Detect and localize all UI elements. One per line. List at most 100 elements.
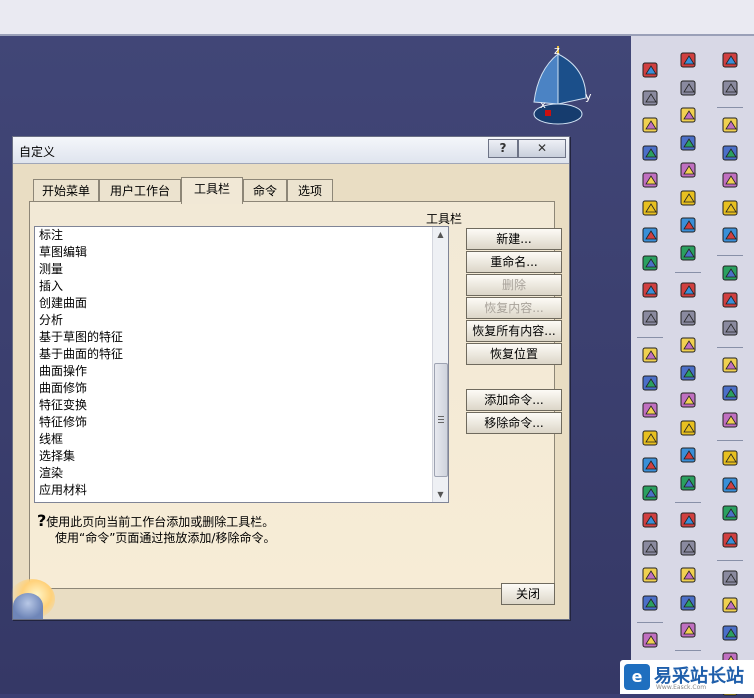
toolbar-tool-icon[interactable] <box>679 510 699 530</box>
toolbar-tool-icon[interactable] <box>721 318 741 338</box>
toolbar-tool-icon[interactable] <box>641 593 661 613</box>
toolbar-tool-icon[interactable] <box>721 290 741 310</box>
list-item[interactable]: 基于曲面的特征 <box>35 346 448 363</box>
toolbar-tool-icon[interactable] <box>641 60 661 80</box>
toolbar-tool-icon[interactable] <box>641 225 661 245</box>
toolbar-tool-icon[interactable] <box>641 538 661 558</box>
toolbar-tool-icon[interactable] <box>679 335 699 355</box>
toolbar-tool-icon[interactable] <box>679 390 699 410</box>
toolbar-tool-icon[interactable] <box>641 510 661 530</box>
restore-all-button[interactable]: 恢复所有内容... <box>466 320 562 342</box>
tab-user-workbench[interactable]: 用户工作台 <box>99 179 181 202</box>
toolbar-tool-icon[interactable] <box>721 198 741 218</box>
toolbar-tool-icon[interactable] <box>721 170 741 190</box>
toolbar-tool-icon[interactable] <box>641 345 661 365</box>
remove-command-button[interactable]: 移除命令... <box>466 412 562 434</box>
list-item[interactable]: 特征修饰 <box>35 414 448 431</box>
toolbar-tool-icon[interactable] <box>721 448 741 468</box>
list-item[interactable]: 分析 <box>35 312 448 329</box>
toolbar-tool-icon[interactable] <box>721 225 741 245</box>
toolbar-tool-icon[interactable] <box>721 50 741 70</box>
toolbar-tool-icon[interactable] <box>679 418 699 438</box>
toolbar-tool-icon[interactable] <box>641 308 661 328</box>
toolbar-tool-icon[interactable] <box>721 595 741 615</box>
toolbar-tool-icon[interactable] <box>641 400 661 420</box>
close-x-button[interactable]: ✕ <box>518 139 566 158</box>
toolbar-tool-icon[interactable] <box>721 530 741 550</box>
toolbar-tool-icon[interactable] <box>679 160 699 180</box>
toolbar-tool-icon[interactable] <box>721 410 741 430</box>
toolbar-tool-icon[interactable] <box>641 115 661 135</box>
list-item[interactable]: 标注 <box>35 227 448 244</box>
toolbar-tool-icon[interactable] <box>721 623 741 643</box>
toolbar-tool-icon[interactable] <box>721 475 741 495</box>
toolbar-tool-icon[interactable] <box>679 78 699 98</box>
toolbar-tool-icon[interactable] <box>641 88 661 108</box>
tab-toolbars[interactable]: 工具栏 <box>181 177 243 204</box>
toolbar-tool-icon[interactable] <box>721 263 741 283</box>
tab-start-menu[interactable]: 开始菜单 <box>33 179 99 202</box>
toolbar-tool-icon[interactable] <box>641 455 661 475</box>
toolbar-tool-icon[interactable] <box>721 383 741 403</box>
rename-button[interactable]: 重命名... <box>466 251 562 273</box>
dialog-titlebar[interactable]: 自定义 ? ✕ <box>13 137 569 164</box>
toolbar-tool-icon[interactable] <box>679 215 699 235</box>
tab-options[interactable]: 选项 <box>287 179 333 202</box>
help-button[interactable]: ? <box>488 139 518 158</box>
scroll-down-icon[interactable]: ▼ <box>433 487 448 502</box>
toolbar-tool-icon[interactable] <box>641 143 661 163</box>
list-item[interactable]: 选择集 <box>35 448 448 465</box>
toolbar-tool-icon[interactable] <box>641 630 661 650</box>
add-command-button[interactable]: 添加命令... <box>466 389 562 411</box>
list-item[interactable]: 基于草图的特征 <box>35 329 448 346</box>
toolbar-tool-icon[interactable] <box>641 373 661 393</box>
toolbar-tool-icon[interactable] <box>679 473 699 493</box>
toolbar-tool-icon[interactable] <box>641 198 661 218</box>
new-button[interactable]: 新建... <box>466 228 562 250</box>
toolbar-tool-icon[interactable] <box>641 170 661 190</box>
toolbar-tool-icon[interactable] <box>679 105 699 125</box>
list-item[interactable]: 曲面修饰 <box>35 380 448 397</box>
list-item[interactable]: 曲面操作 <box>35 363 448 380</box>
toolbar-tool-icon[interactable] <box>679 445 699 465</box>
toolbar-tool-icon[interactable] <box>721 78 741 98</box>
list-item[interactable]: 插入 <box>35 278 448 295</box>
toolbar-tool-icon[interactable] <box>679 188 699 208</box>
toolbar-tool-icon[interactable] <box>641 428 661 448</box>
list-item[interactable]: 线框 <box>35 431 448 448</box>
list-item[interactable]: 草图编辑 <box>35 244 448 261</box>
toolbar-tool-icon[interactable] <box>679 538 699 558</box>
toolbar-tool-icon[interactable] <box>641 253 661 273</box>
toolbar-tool-icon[interactable] <box>721 143 741 163</box>
toolbar-tool-icon[interactable] <box>679 565 699 585</box>
restore-position-button[interactable]: 恢复位置 <box>466 343 562 365</box>
scroll-up-icon[interactable]: ▲ <box>433 227 448 242</box>
close-button[interactable]: 关闭 <box>501 583 555 605</box>
toolbar-tool-icon[interactable] <box>641 565 661 585</box>
list-item[interactable]: 应用材料 <box>35 482 448 499</box>
list-item[interactable]: 测量 <box>35 261 448 278</box>
toolbar-tool-icon[interactable] <box>641 483 661 503</box>
delete-button[interactable]: 删除 <box>466 274 562 296</box>
toolbar-tool-icon[interactable] <box>721 115 741 135</box>
list-scrollbar[interactable]: ▲ ▼ <box>432 227 448 502</box>
toolbar-list[interactable]: 标注 草图编辑 测量 插入 创建曲面 分析 基于草图的特征 基于曲面的特征 曲面操作 曲面修饰 特征… <box>34 226 449 503</box>
toolbar-tool-icon[interactable] <box>679 280 699 300</box>
toolbar-tool-icon[interactable] <box>679 308 699 328</box>
toolbar-tool-icon[interactable] <box>679 133 699 153</box>
toolbar-tool-icon[interactable] <box>721 355 741 375</box>
compass-icon[interactable]: z y x <box>528 44 594 128</box>
toolbar-tool-icon[interactable] <box>679 243 699 263</box>
toolbar-tool-icon[interactable] <box>721 503 741 523</box>
scroll-thumb[interactable] <box>434 363 448 477</box>
toolbar-tool-icon[interactable] <box>641 280 661 300</box>
toolbar-tool-icon[interactable] <box>679 50 699 70</box>
toolbar-tool-icon[interactable] <box>679 620 699 640</box>
list-item[interactable]: 特征变换 <box>35 397 448 414</box>
list-item[interactable]: 渲染 <box>35 465 448 482</box>
tab-commands[interactable]: 命令 <box>243 179 287 202</box>
toolbar-tool-icon[interactable] <box>721 568 741 588</box>
toolbar-tool-icon[interactable] <box>679 363 699 383</box>
toolbar-tool-icon[interactable] <box>679 593 699 613</box>
restore-contents-button[interactable]: 恢复内容... <box>466 297 562 319</box>
